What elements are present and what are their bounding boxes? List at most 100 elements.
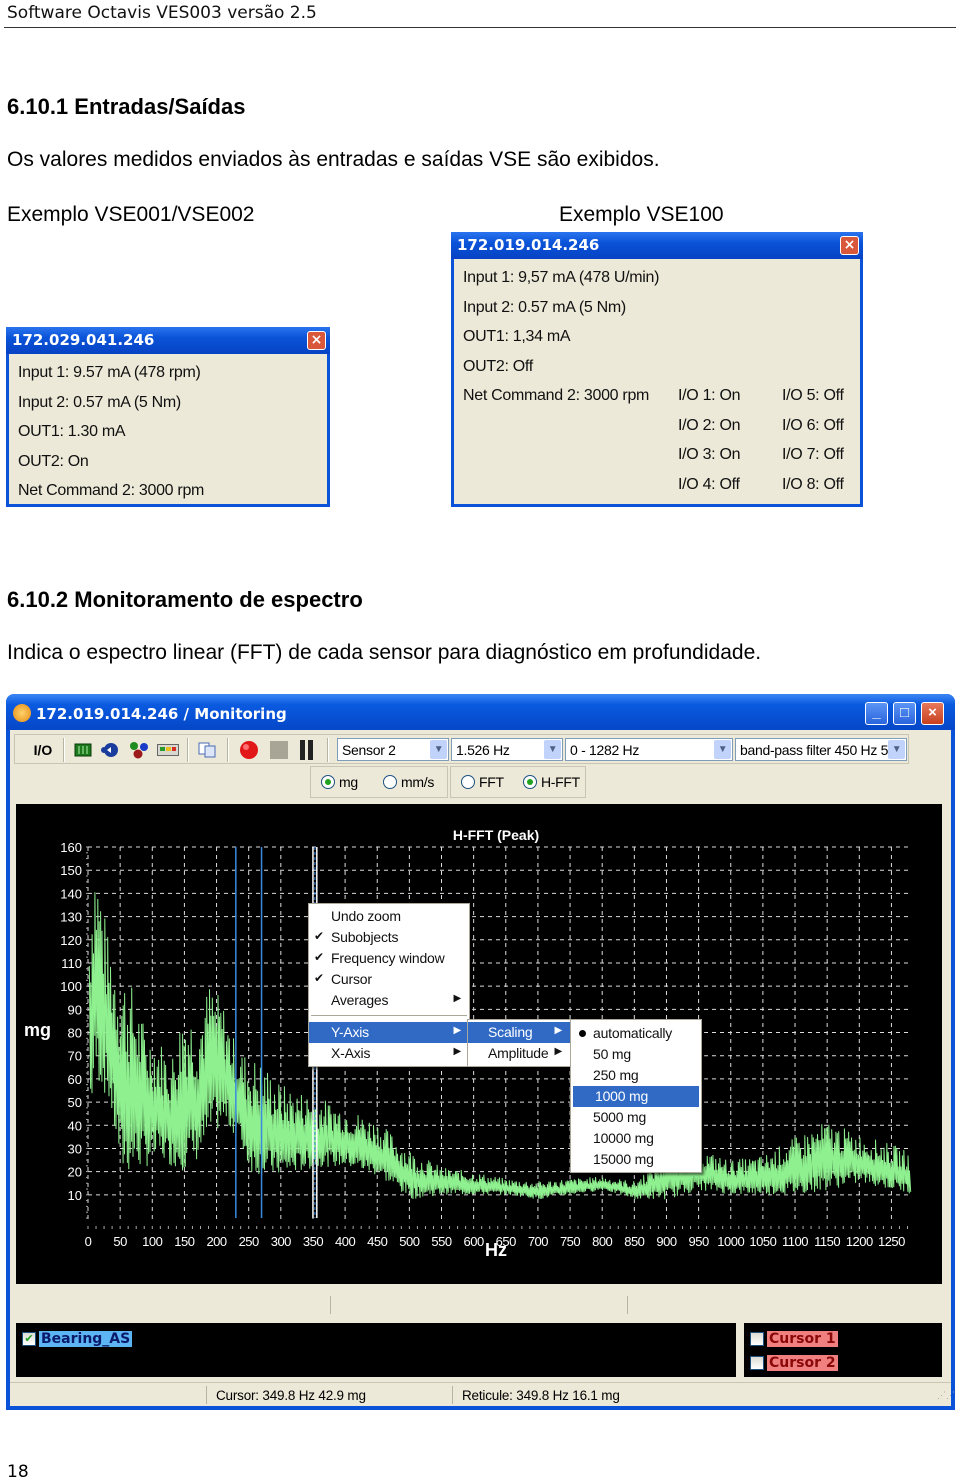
menu-item-y-axis[interactable]: Y-Axis ▶: [309, 1022, 469, 1043]
chevron-down-icon[interactable]: ▼: [888, 740, 905, 759]
menu-item-1000mg[interactable]: 1000 mg: [573, 1086, 699, 1107]
resolution-select[interactable]: 1.526 Hz ▼: [451, 738, 563, 761]
y-tick-label: 40: [68, 1118, 82, 1133]
chevron-down-icon[interactable]: ▼: [544, 740, 561, 759]
example-left-label: Exemplo VSE001/VSE002: [7, 203, 255, 226]
stop-icon[interactable]: [267, 738, 291, 762]
range-select-value: 0 - 1282 Hz: [570, 742, 640, 758]
menu-item-scaling[interactable]: Scaling ▶: [468, 1022, 570, 1043]
chevron-down-icon[interactable]: ▼: [714, 740, 731, 759]
radio-selected-icon[interactable]: [321, 775, 335, 789]
y-tick-label: 120: [60, 933, 82, 948]
x-tick-label: 750: [560, 1234, 580, 1249]
x-tick-label: 150: [174, 1234, 194, 1249]
x-tick-label: 1200: [846, 1234, 873, 1249]
app-logo-icon: [13, 704, 31, 722]
radio-selected-icon[interactable]: [523, 775, 537, 789]
range-select[interactable]: 0 - 1282 Hz ▼: [565, 738, 733, 761]
minimize-button[interactable]: _: [865, 702, 888, 725]
x-tick-label: 0: [85, 1234, 92, 1249]
menu-item-10000mg[interactable]: 10000 mg: [571, 1128, 701, 1149]
chevron-down-icon[interactable]: ▼: [430, 740, 447, 759]
radio-unselected-icon[interactable]: [461, 775, 475, 789]
record-icon[interactable]: [237, 738, 261, 762]
menu-item-x-axis[interactable]: X-Axis ▶: [309, 1043, 469, 1064]
close-icon[interactable]: ×: [840, 236, 859, 255]
io-row: Input 1: 9.57 mA (478 rpm): [18, 364, 201, 381]
check-icon: ✔: [314, 929, 324, 943]
section-title-io: 6.10.1 Entradas/Saídas: [7, 94, 246, 119]
filter-select-value: band-pass filter 450 Hz 5: [740, 742, 889, 758]
io-window-vse100-titlebar[interactable]: 172.019.014.246 ×: [451, 232, 863, 259]
io-button[interactable]: I/O: [29, 738, 57, 762]
mode-radio-hfft[interactable]: H-FFT: [523, 774, 580, 790]
series-legend: ✔ Bearing_AS: [16, 1323, 736, 1377]
radio-dot-icon: [579, 1030, 586, 1037]
filter-select[interactable]: band-pass filter 450 Hz 5 ▼: [735, 738, 907, 761]
menu-item-5000mg[interactable]: 5000 mg: [571, 1107, 701, 1128]
unit-radio-group: mg mm/s: [310, 766, 448, 798]
section-text-spectrum: Indica o espectro linear (FFT) de cada s…: [7, 641, 762, 664]
checkbox-checked-icon[interactable]: ✔: [22, 1332, 36, 1346]
menu-item-subobjects[interactable]: ✔ Subobjects: [309, 927, 469, 948]
resize-grip-icon[interactable]: ⋰⋰: [937, 1391, 955, 1404]
x-tick-label: 450: [367, 1234, 387, 1249]
mode-radio-fft[interactable]: FFT: [461, 774, 504, 790]
circuit-board-icon[interactable]: [71, 738, 95, 762]
status-cursor: Cursor: 349.8 Hz 42.9 mg: [216, 1388, 366, 1403]
section-text-io: Os valores medidos enviados às entradas …: [7, 148, 660, 171]
status-reticule: Reticule: 349.8 Hz 16.1 mg: [462, 1388, 620, 1403]
legend-item-bearing-as[interactable]: ✔ Bearing_AS: [22, 1331, 133, 1347]
menu-item-50mg[interactable]: 50 mg: [571, 1044, 701, 1065]
menu-item-frequency-window[interactable]: ✔ Frequency window: [309, 948, 469, 969]
io-window-vse001: 172.029.041.246 × Input 1: 9.57 mA (478 …: [6, 327, 330, 507]
submenu-arrow-icon: ▶: [554, 1025, 563, 1036]
io-status: I/O 3: On: [678, 446, 741, 463]
molecule-icon[interactable]: [127, 738, 151, 762]
radio-unselected-icon[interactable]: [383, 775, 397, 789]
legend-item-cursor2[interactable]: Cursor 2: [750, 1355, 838, 1371]
close-icon[interactable]: ×: [307, 331, 326, 350]
menu-item-undo-zoom[interactable]: Undo zoom: [309, 906, 469, 927]
menu-item-automatically[interactable]: automatically: [571, 1023, 701, 1044]
status-bar: Cursor: 349.8 Hz 42.9 mg Reticule: 349.8…: [10, 1382, 955, 1406]
radio-label: FFT: [479, 774, 504, 790]
check-icon: ✔: [314, 971, 324, 985]
submenu-arrow-icon: ▶: [453, 993, 462, 1004]
menu-separator: [311, 1015, 467, 1017]
network-icon[interactable]: [99, 738, 123, 762]
sensor-select[interactable]: Sensor 2 ▼: [337, 738, 449, 761]
checkbox-unchecked-icon[interactable]: [750, 1332, 764, 1346]
y-tick-label: 160: [60, 840, 82, 855]
maximize-button[interactable]: □: [893, 702, 916, 725]
x-tick-label: 600: [464, 1234, 484, 1249]
menu-item-averages[interactable]: Averages ▶: [309, 990, 469, 1011]
x-tick-label: 350: [303, 1234, 323, 1249]
scaling-submenu: automatically 50 mg 250 mg 1000 mg 5000 …: [570, 1019, 702, 1173]
io-row: Net Command 2: 3000 rpm: [463, 387, 650, 404]
menu-item-cursor[interactable]: ✔ Cursor: [309, 969, 469, 990]
menu-item-15000mg[interactable]: 15000 mg: [571, 1149, 701, 1170]
x-tick-label: 400: [335, 1234, 355, 1249]
splitter[interactable]: [330, 1296, 331, 1314]
io-window-vse001-titlebar[interactable]: 172.029.041.246 ×: [6, 327, 330, 354]
check-icon: ✔: [314, 950, 324, 964]
close-button[interactable]: ×: [921, 702, 944, 725]
toolbar: I/O Sensor 2 ▼ 1.526 Hz ▼ 0 - 1282 Hz ▼ …: [14, 734, 909, 764]
unit-radio-mms[interactable]: mm/s: [383, 774, 434, 790]
unit-radio-mg[interactable]: mg: [321, 774, 358, 790]
splitter[interactable]: [627, 1296, 628, 1314]
copy-icon[interactable]: [195, 738, 219, 762]
checkbox-unchecked-icon[interactable]: [750, 1356, 764, 1370]
monitoring-titlebar[interactable]: 172.019.014.246 / Monitoring _ □ ×: [6, 694, 955, 730]
menu-item-250mg[interactable]: 250 mg: [571, 1065, 701, 1086]
menu-item-amplitude[interactable]: Amplitude ▶: [468, 1043, 570, 1064]
x-tick-label: 900: [656, 1234, 676, 1249]
submenu-arrow-icon: ▶: [453, 1025, 462, 1036]
io-row: OUT2: Off: [463, 358, 533, 375]
io-row: Input 2: 0.57 mA (5 Nm): [463, 299, 626, 316]
pause-icon[interactable]: [295, 738, 319, 762]
meter-icon[interactable]: [155, 738, 181, 762]
legend-item-cursor1[interactable]: Cursor 1: [750, 1331, 838, 1347]
io-status: I/O 1: On: [678, 387, 741, 404]
